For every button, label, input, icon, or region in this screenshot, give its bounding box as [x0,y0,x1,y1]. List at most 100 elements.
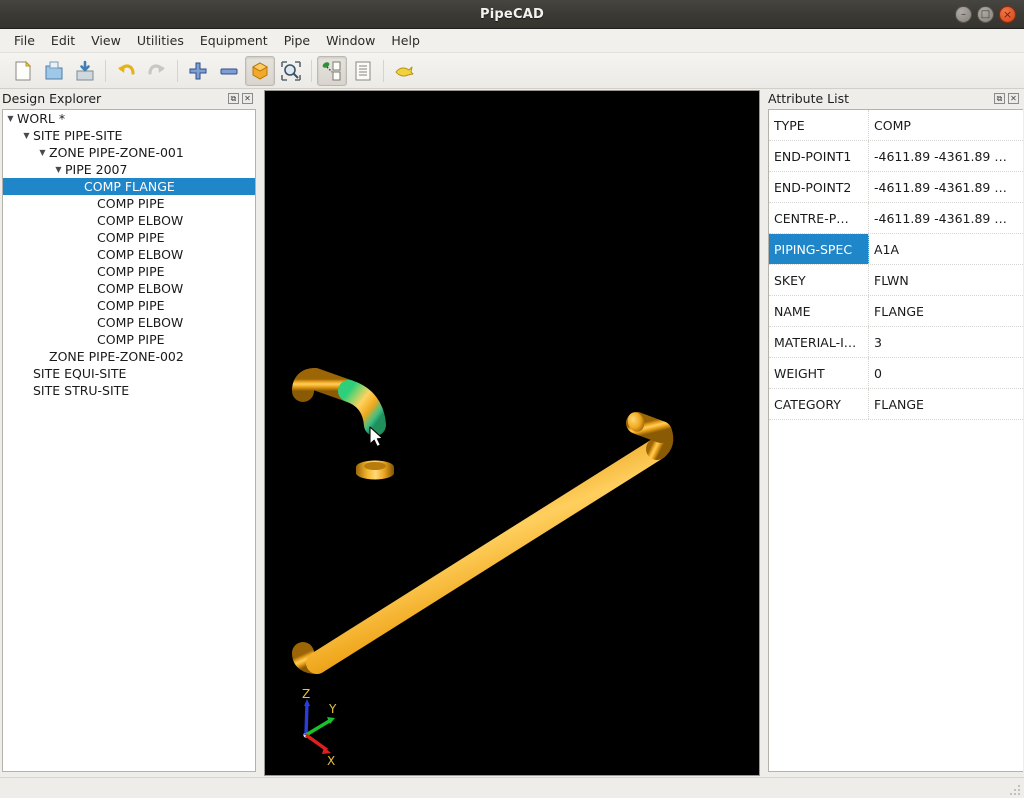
tree-item[interactable]: SITE EQUI-SITE [3,365,255,382]
attribute-row[interactable]: TYPE COMP [769,110,1023,141]
attribute-key[interactable]: TYPE [769,110,869,140]
attribute-row[interactable]: WEIGHT 0 [769,358,1023,389]
tree-item[interactable]: COMP PIPE [3,297,255,314]
menu-file[interactable]: File [6,31,43,50]
design-explorer-tree[interactable]: ▼ WORL * ▼ SITE PIPE-SITE ▼ ZONE PIPE-ZONE-00… [2,109,256,772]
shaded-solid-view-icon[interactable] [245,55,275,86]
tree-item-label: COMP ELBOW [97,315,184,330]
tree-item[interactable]: COMP ELBOW [3,246,255,263]
redo-icon[interactable] [142,56,172,86]
toolbar-separator [177,59,178,82]
attribute-value[interactable]: FLWN [869,265,1023,295]
menu-pipe[interactable]: Pipe [276,31,318,50]
design-explorer-title: Design Explorer [2,91,102,106]
tool-bar [0,53,1024,89]
tree-item-label: COMP PIPE [97,230,165,245]
attribute-row[interactable]: SKEY FLWN [769,265,1023,296]
3d-viewport[interactable]: Z Y X [264,90,760,776]
attribute-key[interactable]: SKEY [769,265,869,295]
tree-item[interactable]: COMP PIPE [3,263,255,280]
tree-item[interactable]: COMP ELBOW [3,212,255,229]
svg-text:Z: Z [302,687,310,701]
expand-collapse-arrow-icon[interactable]: ▼ [52,165,65,174]
attribute-value[interactable]: -4611.89 -4361.89 … [869,141,1023,171]
expand-collapse-arrow-icon[interactable]: ▼ [4,114,17,123]
tree-item-label: COMP PIPE [97,298,165,313]
undo-icon[interactable] [111,56,141,86]
menu-view[interactable]: View [83,31,129,50]
tree-item[interactable]: ▼ SITE PIPE-SITE [3,127,255,144]
tree-item[interactable]: ▼ PIPE 2007 [3,161,255,178]
menu-edit[interactable]: Edit [43,31,83,50]
remove-minus-icon[interactable] [214,56,244,86]
resize-grip[interactable] [1009,784,1021,796]
attribute-key[interactable]: CENTRE-P… [769,203,869,233]
expand-collapse-arrow-icon[interactable]: ▼ [20,131,33,140]
menu-help[interactable]: Help [383,31,428,50]
list-report-icon[interactable] [348,56,378,86]
tree-item[interactable]: SITE STRU-SITE [3,382,255,399]
status-bar [0,777,1024,798]
flange-geometry [356,460,394,480]
pipecad-window: PipeCAD – □ × File Edit View Utilities Equip… [0,0,1024,798]
tree-item[interactable]: ▼ ZONE PIPE-ZONE-001 [3,144,255,161]
menu-equipment[interactable]: Equipment [192,31,276,50]
attribute-list-panel-controls: ⧉ ✕ [994,93,1022,104]
attribute-value[interactable]: FLANGE [869,389,1023,419]
attribute-row[interactable]: PIPING-SPEC A1A [769,234,1023,265]
tree-item[interactable]: COMP PIPE [3,229,255,246]
attribute-key[interactable]: PIPING-SPEC [769,234,869,264]
tree-item-label: COMP ELBOW [97,213,184,228]
expand-collapse-arrow-icon[interactable]: ▼ [36,148,49,157]
attribute-value[interactable]: 0 [869,358,1023,388]
attribute-value[interactable]: 3 [869,327,1023,357]
attribute-value[interactable]: A1A [869,234,1023,264]
close-panel-icon[interactable]: ✕ [242,93,253,104]
attribute-table[interactable]: TYPE COMP END-POINT1 -4611.89 -4361.89 … END… [768,109,1023,772]
attribute-row[interactable]: MATERIAL-I… 3 [769,327,1023,358]
attribute-value[interactable]: -4611.89 -4361.89 … [869,203,1023,233]
tree-item[interactable]: ▼ WORL * [3,110,255,127]
attribute-key[interactable]: MATERIAL-I… [769,327,869,357]
open-folder-icon[interactable] [39,56,69,86]
add-plus-icon[interactable] [183,56,213,86]
attribute-key[interactable]: END-POINT1 [769,141,869,171]
zoom-fit-icon[interactable] [276,56,306,86]
attribute-row[interactable]: CATEGORY FLANGE [769,389,1023,420]
tree-item-label: WORL * [17,111,66,126]
attribute-key[interactable]: WEIGHT [769,358,869,388]
menu-window[interactable]: Window [318,31,383,50]
attribute-value[interactable]: FLANGE [869,296,1023,326]
menu-utilities[interactable]: Utilities [129,31,192,50]
save-icon[interactable] [70,56,100,86]
attribute-row[interactable]: END-POINT1 -4611.89 -4361.89 … [769,141,1023,172]
title-bar: PipeCAD – □ × [0,0,1024,29]
close-panel-icon[interactable]: ✕ [1008,93,1019,104]
maximize-button[interactable]: □ [977,6,994,23]
float-panel-icon[interactable]: ⧉ [994,93,1005,104]
pick-select-icon[interactable] [317,55,347,86]
tree-item-label: COMP PIPE [97,332,165,347]
menu-bar: File Edit View Utilities Equipment Pipe Window… [0,29,1024,53]
tree-item[interactable]: COMP PIPE [3,195,255,212]
float-panel-icon[interactable]: ⧉ [228,93,239,104]
attribute-row[interactable]: END-POINT2 -4611.89 -4361.89 … [769,172,1023,203]
tree-item-selected[interactable]: COMP FLANGE [3,178,255,195]
attribute-key[interactable]: NAME [769,296,869,326]
attribute-key[interactable]: END-POINT2 [769,172,869,202]
new-document-icon[interactable] [8,56,38,86]
attribute-key[interactable]: CATEGORY [769,389,869,419]
bird-navigate-icon[interactable] [389,56,419,86]
tree-item[interactable]: COMP ELBOW [3,314,255,331]
tree-item-label: SITE EQUI-SITE [33,366,127,381]
attribute-row[interactable]: CENTRE-P… -4611.89 -4361.89 … [769,203,1023,234]
minimize-button[interactable]: – [955,6,972,23]
attribute-row[interactable]: NAME FLANGE [769,296,1023,327]
tree-item[interactable]: COMP PIPE [3,331,255,348]
close-button[interactable]: × [999,6,1016,23]
attribute-value[interactable]: -4611.89 -4361.89 … [869,172,1023,202]
attribute-value[interactable]: COMP [869,110,1023,140]
tree-item[interactable]: ZONE PIPE-ZONE-002 [3,348,255,365]
tree-item[interactable]: COMP ELBOW [3,280,255,297]
tree-item-label: COMP ELBOW [97,281,184,296]
